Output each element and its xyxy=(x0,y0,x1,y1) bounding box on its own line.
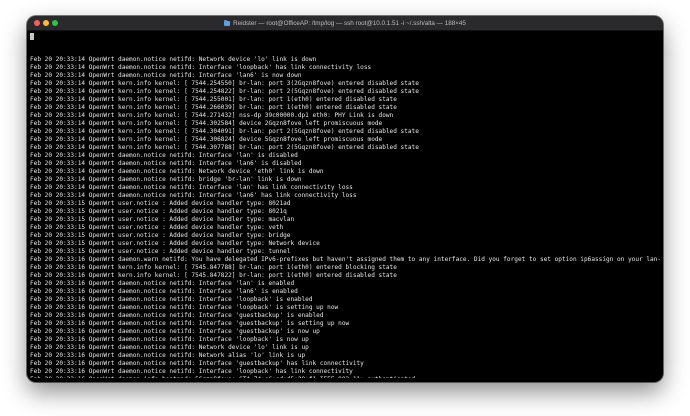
log-line: Feb 20 20:33:16 OpenWrt daemon.notice ne… xyxy=(30,336,309,343)
window-titlebar[interactable]: Reidster — root@OfficeAP: /tmp/log — ssh… xyxy=(27,16,663,31)
log-line: Feb 20 20:33:16 OpenWrt daemon.notice ne… xyxy=(30,280,295,287)
window-title: Reidster — root@OfficeAP: /tmp/log — ssh… xyxy=(233,19,466,27)
log-line: Feb 20 20:33:15 OpenWrt user.notice : Ad… xyxy=(30,240,320,247)
log-line: Feb 20 20:33:14 OpenWrt daemon.notice ne… xyxy=(30,168,324,175)
log-line: Feb 20 20:33:16 OpenWrt daemon.notice ne… xyxy=(30,288,298,295)
folder-icon xyxy=(224,19,231,26)
log-line: Feb 20 20:33:14 OpenWrt daemon.notice ne… xyxy=(30,64,372,71)
log-line: Feb 20 20:33:16 OpenWrt daemon.warn neti… xyxy=(30,256,660,263)
log-line: Feb 20 20:33:14 OpenWrt kern.info kernel… xyxy=(30,128,419,135)
log-line: Feb 20 20:33:14 OpenWrt kern.info kernel… xyxy=(30,96,397,103)
text-cursor xyxy=(30,32,34,40)
log-line: Feb 20 20:33:14 OpenWrt daemon.notice ne… xyxy=(30,72,302,79)
log-line: Feb 20 20:33:14 OpenWrt daemon.notice ne… xyxy=(30,56,317,63)
log-line: Feb 20 20:33:16 OpenWrt daemon.notice ne… xyxy=(30,368,353,375)
log-line: Feb 20 20:33:15 OpenWrt user.notice : Ad… xyxy=(30,248,291,255)
log-line: Feb 20 20:33:16 OpenWrt kern.info kernel… xyxy=(30,264,397,271)
log-line: Feb 20 20:33:16 OpenWrt daemon.notice ne… xyxy=(30,304,339,311)
log-line: Feb 20 20:33:14 OpenWrt kern.info kernel… xyxy=(30,136,383,143)
log-line: Feb 20 20:33:14 OpenWrt kern.info kernel… xyxy=(30,120,383,127)
log-line: Feb 20 20:33:16 OpenWrt daemon.notice ne… xyxy=(30,344,309,351)
log-line: Feb 20 20:33:14 OpenWrt kern.info kernel… xyxy=(30,80,419,87)
log-line: Feb 20 20:33:14 OpenWrt kern.info kernel… xyxy=(30,88,419,95)
log-line: Feb 20 20:33:15 OpenWrt user.notice : Ad… xyxy=(30,208,287,215)
log-line: Feb 20 20:33:16 OpenWrt daemon.notice ne… xyxy=(30,352,306,359)
window-title-area: Reidster — root@OfficeAP: /tmp/log — ssh… xyxy=(27,16,663,30)
log-line: Feb 20 20:33:14 OpenWrt kern.info kernel… xyxy=(30,144,419,151)
log-line: Feb 20 20:33:15 OpenWrt user.notice : Ad… xyxy=(30,200,291,207)
log-line: Feb 20 20:33:16 OpenWrt daemon.info host… xyxy=(30,376,660,378)
log-line: Feb 20 20:33:16 OpenWrt daemon.notice ne… xyxy=(30,320,350,327)
log-line: Feb 20 20:33:14 OpenWrt daemon.notice ne… xyxy=(30,192,357,199)
log-line: Feb 20 20:33:14 OpenWrt daemon.notice ne… xyxy=(30,184,353,191)
log-line: Feb 20 20:33:14 OpenWrt daemon.notice ne… xyxy=(30,176,302,183)
log-line: Feb 20 20:33:14 OpenWrt daemon.notice ne… xyxy=(30,160,302,167)
log-line: Feb 20 20:33:14 OpenWrt kern.info kernel… xyxy=(30,104,397,111)
log-line: Feb 20 20:33:14 OpenWrt daemon.notice ne… xyxy=(30,152,298,159)
log-line: Feb 20 20:33:16 OpenWrt kern.info kernel… xyxy=(30,272,397,279)
terminal-output[interactable]: Feb 20 20:33:14 OpenWrt daemon.notice ne… xyxy=(30,32,660,378)
log-line: Feb 20 20:33:15 OpenWrt user.notice : Ad… xyxy=(30,232,291,239)
log-line: Feb 20 20:33:16 OpenWrt daemon.notice ne… xyxy=(30,328,320,335)
log-line: Feb 20 20:33:15 OpenWrt user.notice : Ad… xyxy=(30,216,295,223)
log-line: Feb 20 20:33:16 OpenWrt daemon.notice ne… xyxy=(30,296,313,303)
terminal-window: Reidster — root@OfficeAP: /tmp/log — ssh… xyxy=(27,16,663,382)
log-line: Feb 20 20:33:16 OpenWrt daemon.notice ne… xyxy=(30,312,324,319)
log-line: Feb 20 20:33:14 OpenWrt kern.info kernel… xyxy=(30,112,394,119)
log-line: Feb 20 20:33:16 OpenWrt daemon.notice ne… xyxy=(30,360,364,367)
log-line: Feb 20 20:33:15 OpenWrt user.notice : Ad… xyxy=(30,224,284,231)
